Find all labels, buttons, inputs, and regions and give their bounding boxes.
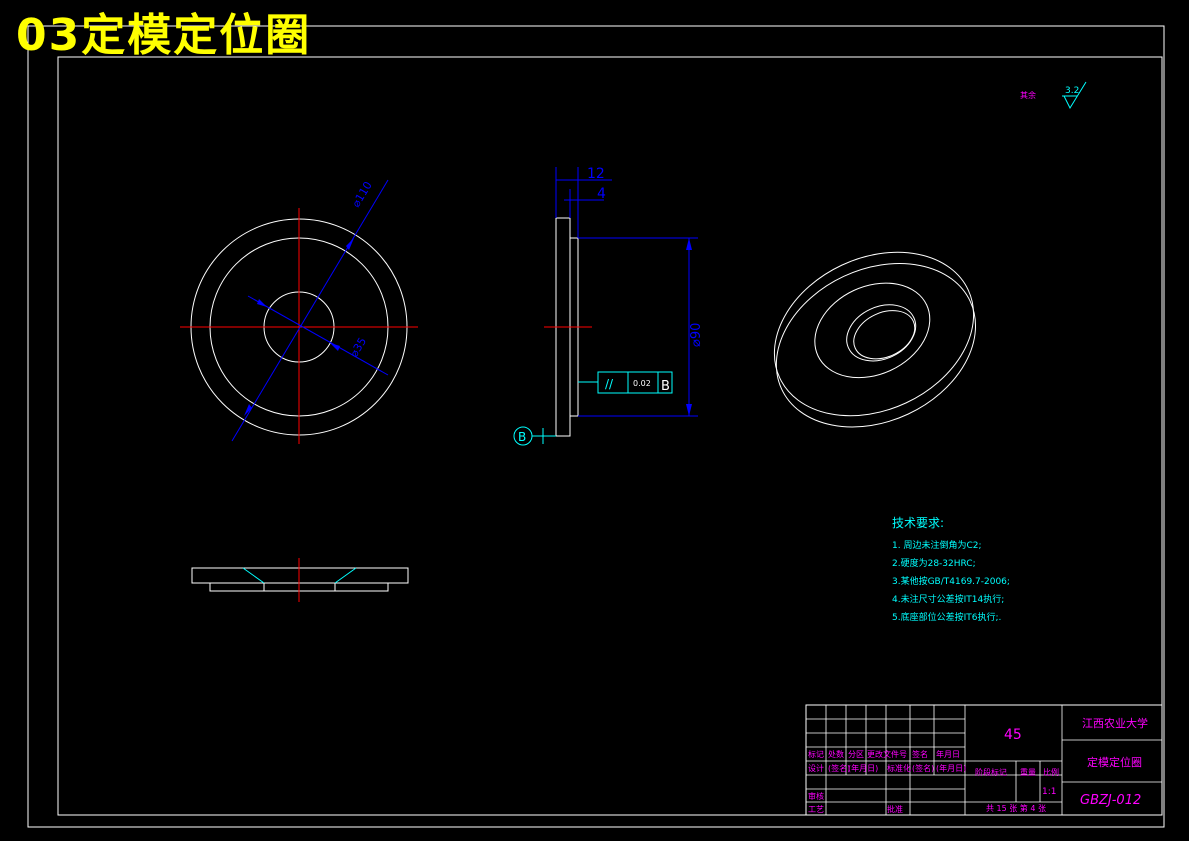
total-thickness-label: 12 [587, 166, 605, 182]
iso-outer-rim [773, 251, 975, 417]
cad-drawing-canvas: ⌀110 ⌀35 12 4 ⌀90 // 0.02 B B 其余 3.2 技术要… [27, 25, 1165, 828]
outer-frame [27, 25, 1165, 828]
section-line [334, 567, 357, 584]
boss-diameter-label: ⌀90 [689, 323, 704, 347]
tolerance-datum: B [661, 379, 670, 394]
title-block: 标记 处数 分区 更改文件号 签名 年月日 设计 (签名) (年月日) 标准化 … [805, 704, 1163, 816]
iso-outer-rim-bottom [775, 263, 977, 428]
isometric-view [773, 251, 977, 428]
side-view: 12 4 ⌀90 // 0.02 B B [513, 166, 704, 446]
header-label: 分区 [848, 750, 864, 759]
iso-inner-ring [814, 282, 931, 379]
roughness-note: 其余 3.2 [1020, 81, 1087, 110]
design-label: 标准化 [887, 763, 911, 773]
inner-frame [57, 56, 1163, 816]
roughness-label: 其余 [1020, 90, 1036, 100]
roughness-value: 3.2 [1065, 86, 1079, 96]
design-label: (年月日) [848, 763, 878, 773]
header-label: 标记 [808, 749, 824, 759]
stage-label: 阶段标记 [975, 767, 1007, 777]
drawing-title: 03定模定位圈 [16, 10, 312, 61]
scale-value: 1:1 [1042, 787, 1056, 797]
header-label: 处数 [828, 749, 844, 759]
header-label: 签名 [912, 749, 928, 759]
inner-diameter-label: ⌀35 [347, 335, 369, 359]
dimension-arrow [686, 238, 692, 250]
dimension-arrow [330, 343, 340, 351]
part-name: 定模定位圈 [1087, 755, 1142, 769]
design-label: (签名) [828, 763, 850, 773]
tech-item: 1. 周边未注倒角为C2; [892, 539, 982, 551]
header-label: 年月日 [936, 749, 960, 759]
dimension-arrow [257, 299, 267, 307]
tech-item: 3.某他按GB/T4169.7-2006; [892, 575, 1010, 587]
drawing-number: GBZJ-012 [1080, 793, 1141, 808]
outer-diameter-label: ⌀110 [349, 179, 374, 209]
scale-label: 比例 [1043, 767, 1059, 777]
header-label: 更改文件号 [867, 749, 907, 759]
parallelism-symbol: // [605, 377, 614, 391]
design-label: (年月日) [936, 763, 966, 773]
section-flange [191, 567, 409, 584]
tech-item: 2.硬度为28-32HRC; [892, 557, 976, 569]
design-label: 设计 [808, 763, 824, 773]
tech-heading: 技术要求: [892, 516, 944, 530]
tech-item: 5.底座部位公差按IT6执行;. [892, 611, 1001, 623]
iso-hole-inner [853, 310, 916, 360]
approve-label: 批准 [887, 804, 903, 814]
tech-requirements: 技术要求: 1. 周边未注倒角为C2; 2.硬度为28-32HRC; 3.某他按… [892, 516, 1010, 623]
inner-diameter-dimension-line [247, 295, 389, 376]
review-label: 审核 [808, 791, 824, 801]
weight-label: 重量 [1020, 767, 1036, 777]
sheet-info: 共 15 张 第 4 张 [986, 803, 1046, 813]
dimension-arrow [686, 404, 692, 416]
process-label: 工艺 [808, 805, 824, 814]
front-view: ⌀110 ⌀35 [180, 179, 418, 444]
tolerance-value: 0.02 [633, 379, 651, 388]
section-line [242, 567, 265, 584]
school-name: 江西农业大学 [1082, 716, 1148, 730]
section-view [191, 558, 409, 602]
design-label: (签名) [912, 763, 934, 773]
flange-thickness-label: 4 [597, 186, 606, 202]
tech-item: 4.未注尺寸公差按IT14执行; [892, 593, 1004, 605]
iso-hole [846, 304, 917, 362]
datum-label: B [518, 430, 526, 444]
material-value: 45 [1004, 727, 1022, 743]
